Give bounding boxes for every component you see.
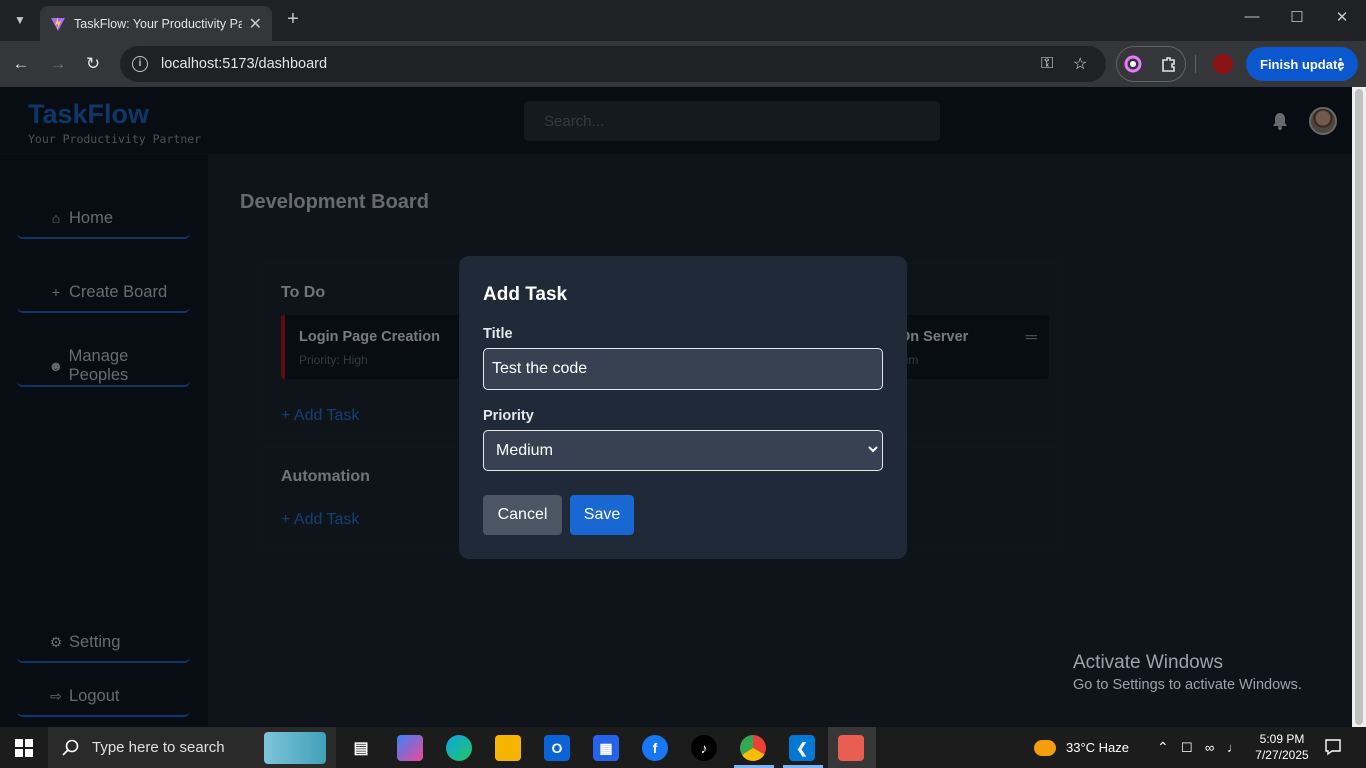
browser-tab-strip: ▼ TaskFlow: Your Productivity Part ✕ + —…	[0, 0, 1366, 41]
browser-toolbar: ← → ↻ i localhost:5173/dashboard ⚿ ☆ Fin…	[0, 41, 1366, 87]
task-title-input[interactable]	[483, 348, 883, 390]
scrollbar-thumb[interactable]	[1355, 89, 1363, 725]
close-window-icon[interactable]: ✕	[1330, 8, 1354, 26]
clock-date: 7/27/2025	[1255, 748, 1309, 762]
facebook-taskbar-icon[interactable]: f	[642, 735, 668, 761]
minimize-icon[interactable]: —	[1240, 8, 1264, 25]
password-key-icon[interactable]: ⚿	[1041, 55, 1053, 73]
taskbar-clock[interactable]: 5:09 PM 7/27/2025	[1254, 731, 1310, 763]
modal-title: Add Task	[483, 284, 568, 305]
chrome-taskbar-icon[interactable]	[740, 735, 766, 761]
search-highlight-image	[264, 732, 326, 764]
watermark-title: Activate Windows	[1073, 652, 1223, 673]
copilot-extension-icon[interactable]	[1124, 55, 1142, 73]
new-tab-button[interactable]: +	[282, 8, 304, 31]
task-view-icon[interactable]: ▤	[348, 735, 374, 761]
windows-taskbar: Type here to search ▤ O ▦ f ♪ ❮ 33°C Haz…	[0, 727, 1366, 768]
reload-icon[interactable]: ↻	[82, 53, 104, 75]
taskflow-app: TaskFlow Your Productivity Partner ⌂ Hom…	[0, 87, 1352, 727]
close-tab-icon[interactable]: ✕	[249, 14, 262, 34]
address-bar[interactable]: i localhost:5173/dashboard ⚿ ☆	[120, 46, 1106, 82]
priority-value: Medium	[496, 441, 553, 459]
toolbar-divider	[1195, 55, 1196, 73]
browser-tab[interactable]: TaskFlow: Your Productivity Part ✕	[40, 6, 272, 41]
extensions-puzzle-icon[interactable]	[1160, 55, 1178, 73]
taskbar-search-box[interactable]: Type here to search	[48, 727, 336, 768]
url-text: localhost:5173/dashboard	[161, 56, 328, 72]
back-icon[interactable]: ←	[10, 53, 32, 75]
tab-title: TaskFlow: Your Productivity Part	[74, 16, 242, 31]
vscode-taskbar-icon[interactable]: ❮	[789, 735, 815, 761]
finish-update-label: Finish update	[1260, 56, 1345, 72]
file-explorer-icon[interactable]	[495, 735, 521, 761]
forward-icon[interactable]: →	[47, 53, 69, 75]
weather-icon	[1034, 739, 1056, 756]
priority-label: Priority	[483, 408, 534, 424]
weather-text: 33°C Haze	[1066, 740, 1130, 755]
bookmark-star-icon[interactable]: ☆	[1073, 54, 1087, 74]
weather-widget[interactable]: 33°C Haze	[1034, 727, 1129, 768]
watermark-subtitle: Go to Settings to activate Windows.	[1073, 677, 1302, 693]
tab-search-icon[interactable]: ▼	[8, 8, 32, 32]
search-icon	[62, 739, 79, 756]
finish-update-button[interactable]: Finish update ⋮	[1246, 47, 1358, 81]
clock-time: 5:09 PM	[1259, 732, 1305, 746]
more-menu-icon[interactable]: ⋮	[1333, 55, 1348, 73]
vite-favicon-icon	[51, 16, 65, 31]
wifi-icon[interactable]: ∞	[1205, 727, 1214, 768]
volume-icon[interactable]: ♩	[1227, 727, 1240, 768]
tray-chevron-icon[interactable]: ⌃	[1157, 727, 1169, 768]
copilot-taskbar-icon[interactable]	[397, 735, 423, 761]
add-task-modal: Add Task Title Priority Medium Cancel Sa…	[459, 256, 907, 559]
extensions-group	[1116, 46, 1186, 82]
cancel-button[interactable]: Cancel	[483, 495, 562, 535]
save-button[interactable]: Save	[570, 495, 634, 535]
priority-select[interactable]: Medium	[483, 430, 883, 471]
notification-center-icon[interactable]	[1324, 738, 1342, 756]
meet-now-icon[interactable]: ☐	[1181, 727, 1193, 768]
activate-windows-watermark: Activate Windows Go to Settings to activ…	[1073, 652, 1302, 693]
profile-icon[interactable]	[1213, 54, 1233, 74]
taskbar-search-text: Type here to search	[92, 739, 225, 756]
site-info-icon[interactable]: i	[132, 56, 148, 72]
maximize-icon[interactable]: ☐	[1285, 8, 1309, 26]
page-scrollbar[interactable]	[1352, 87, 1366, 727]
active-app-highlight	[828, 727, 876, 768]
windows-start-icon[interactable]	[15, 739, 33, 757]
edge-taskbar-icon[interactable]	[446, 735, 472, 761]
store-taskbar-icon[interactable]: ▦	[593, 735, 619, 761]
title-label: Title	[483, 326, 513, 342]
chevron-down-icon	[868, 446, 878, 453]
outlook-taskbar-icon[interactable]: O	[544, 735, 570, 761]
tiktok-taskbar-icon[interactable]: ♪	[691, 735, 717, 761]
